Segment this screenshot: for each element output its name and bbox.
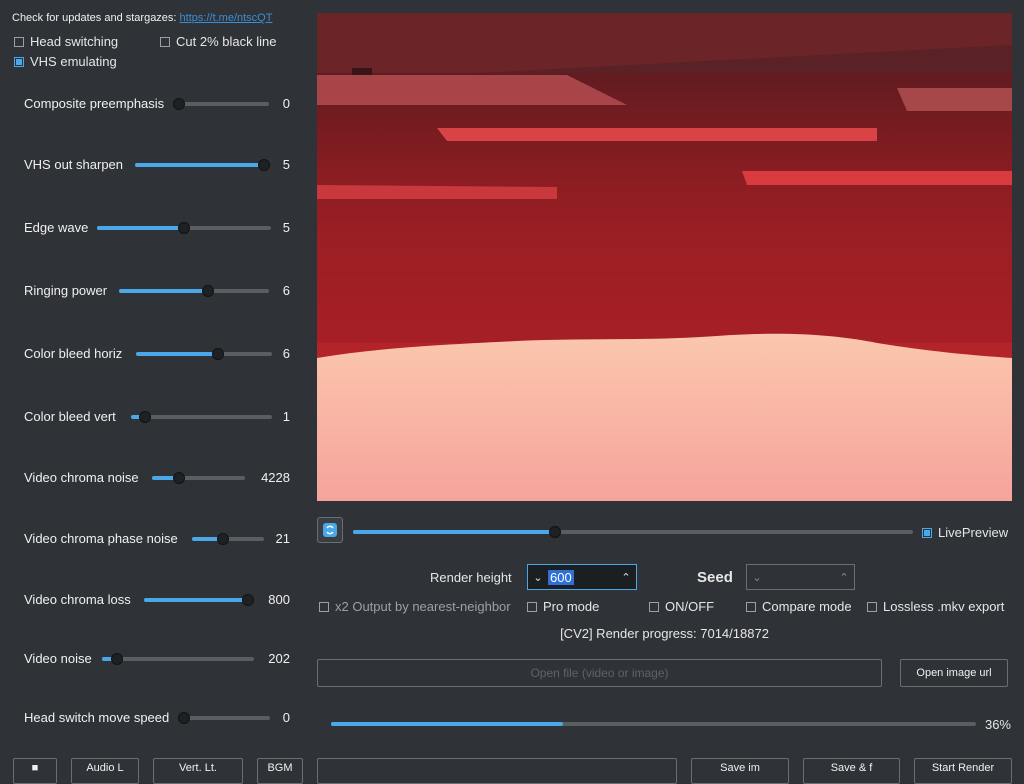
compare-mode-label: Compare mode	[762, 599, 852, 614]
slider-label: VHS out sharpen	[24, 157, 124, 172]
slider-fill	[97, 226, 184, 230]
head-switching-box[interactable]	[14, 36, 24, 47]
slider-handle[interactable]	[178, 712, 190, 724]
render-progress-fill	[331, 722, 564, 726]
slider-value: 6	[282, 346, 290, 361]
head-switching-label: Head switching	[30, 34, 119, 49]
slider-value: 6	[282, 283, 290, 298]
updates-text: Check for updates and stargazes:	[12, 12, 177, 24]
render-height-spinbox[interactable]: ⌄ 600 ⌃	[527, 564, 637, 590]
compare-mode-box[interactable]	[746, 601, 756, 612]
vhs-emulating-label: VHS emulating	[30, 54, 117, 69]
seed-label: Seed	[697, 569, 733, 586]
lossless-export-label: Lossless .mkv export	[883, 599, 1005, 614]
stop-button[interactable]: ■	[13, 758, 57, 784]
on-off-box[interactable]	[649, 601, 659, 612]
slider-label: Color bleed vert	[24, 409, 116, 424]
slider-handle[interactable]	[211, 348, 224, 360]
audio-button[interactable]: Audio L	[71, 758, 139, 784]
chevron-up-icon[interactable]: ⌃	[616, 571, 636, 584]
chevron-down-icon[interactable]: ⌄	[528, 571, 548, 584]
slider-handle[interactable]	[201, 285, 214, 297]
chevron-up-icon[interactable]: ⌃	[834, 571, 854, 584]
slider-label: Video chroma noise	[24, 470, 139, 485]
slider-label: Video noise	[24, 651, 92, 666]
bgm-button[interactable]: BGM	[257, 758, 303, 784]
open-image-url-button[interactable]: Open image url	[900, 659, 1008, 687]
bottom-blank-field[interactable]	[317, 758, 677, 784]
compare-mode-checkbox[interactable]: Compare mode	[746, 599, 852, 614]
slider-value: 21	[275, 531, 290, 546]
refresh-icon	[323, 523, 337, 537]
slider-value: 800	[268, 592, 290, 607]
cut-black-line-checkbox[interactable]: Cut 2% black line	[160, 34, 276, 49]
vhs-emulating-checkbox[interactable]: VHS emulating	[14, 54, 117, 69]
slider-value: 5	[282, 157, 290, 172]
cut-black-line-label: Cut 2% black line	[176, 34, 277, 49]
render-progress-percent: 36%	[984, 717, 1011, 732]
x2-output-box[interactable]	[319, 601, 329, 612]
on-off-checkbox[interactable]: ON/OFF	[649, 599, 714, 614]
live-preview-label: LivePreview	[938, 525, 1009, 540]
refresh-button[interactable]	[317, 517, 343, 543]
slider-value: 4228	[261, 470, 290, 485]
video-preview	[317, 13, 1012, 501]
slider-handle[interactable]	[173, 98, 185, 110]
vhs-emulating-box[interactable]	[14, 56, 24, 67]
preview-scrubber-handle[interactable]	[548, 526, 561, 538]
slider-label: Composite preemphasis	[24, 96, 165, 111]
save-and-frame-button[interactable]: Save & f	[803, 758, 900, 784]
x2-output-checkbox[interactable]: x2 Output by nearest-neighbor	[319, 599, 511, 614]
preview-image	[317, 13, 1012, 501]
start-render-button[interactable]: Start Render	[914, 758, 1012, 784]
slider-value: 5	[282, 220, 290, 235]
slider-handle[interactable]	[172, 472, 185, 484]
updates-line: Check for updates and stargazes: https:/…	[12, 12, 272, 24]
open-file-button[interactable]: Open file (video or image)	[317, 659, 882, 687]
chevron-down-icon[interactable]: ⌄	[747, 571, 767, 584]
save-image-button[interactable]: Save im	[691, 758, 789, 784]
updates-link[interactable]: https://t.me/ntscQT	[180, 12, 273, 24]
slider-value: 202	[268, 651, 290, 666]
slider-handle[interactable]	[111, 653, 124, 665]
lossless-export-box[interactable]	[867, 601, 877, 612]
head-switching-checkbox[interactable]: Head switching	[14, 34, 118, 49]
render-progress-text: [CV2] Render progress: 7014/18872	[560, 626, 769, 641]
slider-value: 1	[282, 409, 290, 424]
slider-handle[interactable]	[139, 411, 152, 423]
render-height-value[interactable]: 600	[548, 569, 574, 585]
on-off-label: ON/OFF	[665, 599, 715, 614]
lossless-export-checkbox[interactable]: Lossless .mkv export	[867, 599, 1004, 614]
slider-label: Color bleed horiz	[24, 346, 123, 361]
pro-mode-box[interactable]	[527, 601, 537, 612]
vertical-button[interactable]: Vert. Lt.	[153, 758, 243, 784]
slider-value: 0	[282, 710, 290, 725]
slider-fill	[119, 289, 208, 293]
slider-label: Ringing power	[24, 283, 108, 298]
cut-black-line-box[interactable]	[160, 36, 170, 47]
slider-label: Video chroma phase noise	[24, 531, 178, 546]
preview-scrubber[interactable]	[353, 526, 913, 538]
slider-handle[interactable]	[178, 222, 190, 234]
seed-spinbox[interactable]: ⌄ ⌃	[746, 564, 855, 590]
slider-label: Edge wave	[24, 220, 89, 235]
render-progress-bar	[331, 722, 976, 726]
slider-fill	[136, 352, 218, 356]
live-preview-checkbox[interactable]: LivePreview	[922, 525, 1008, 540]
x2-output-label: x2 Output by nearest-neighbor	[335, 599, 511, 614]
slider-value: 0	[282, 96, 290, 111]
slider-label: Head switch move speed	[24, 710, 170, 725]
slider-label: Video chroma loss	[24, 592, 131, 607]
pro-mode-checkbox[interactable]: Pro mode	[527, 599, 599, 614]
slider-handle[interactable]	[216, 533, 229, 545]
preview-scrubber-fill	[353, 530, 555, 534]
live-preview-box[interactable]	[922, 527, 932, 538]
pro-mode-label: Pro mode	[543, 599, 600, 614]
render-height-label: Render height	[430, 570, 512, 585]
